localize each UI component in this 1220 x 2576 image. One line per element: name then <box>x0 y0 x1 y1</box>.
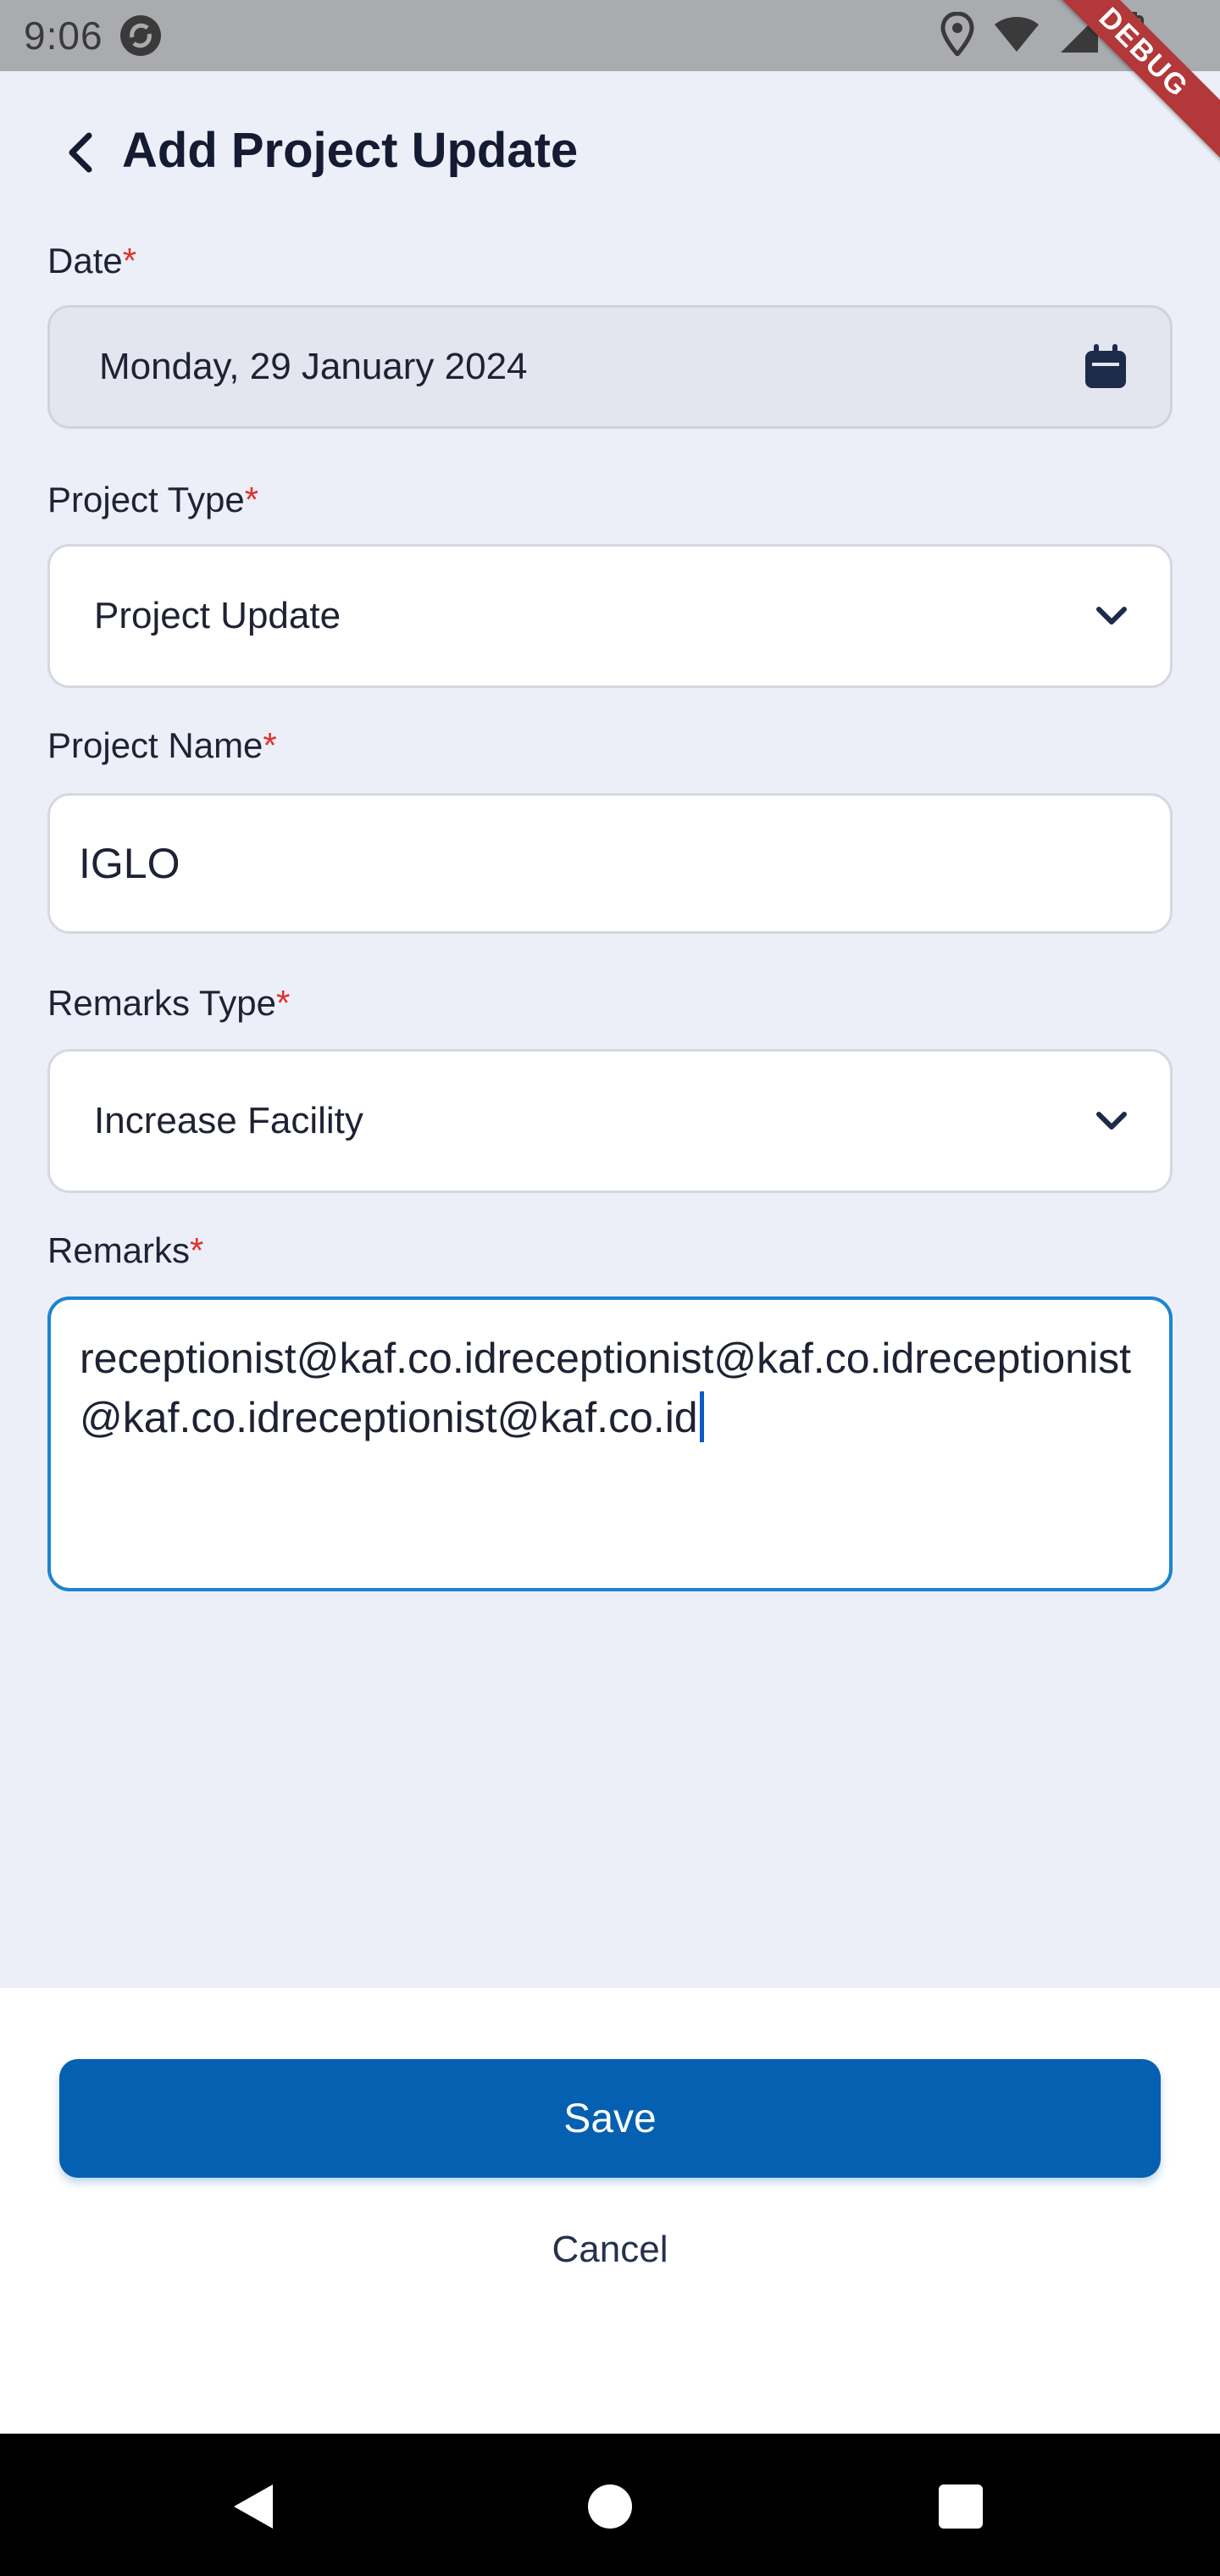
sync-icon <box>119 15 161 56</box>
project-type-value: Project Update <box>94 595 341 636</box>
date-field[interactable]: Monday, 29 January 2024 <box>47 305 1173 429</box>
nav-back-icon[interactable] <box>230 2481 276 2532</box>
save-button[interactable]: Save <box>59 2059 1161 2178</box>
date-label: Date* <box>47 241 136 281</box>
remarks-textarea[interactable]: receptionist@kaf.co.idreceptionist@kaf.c… <box>47 1296 1173 1591</box>
remarks-value: receptionist@kaf.co.idreceptionist@kaf.c… <box>80 1335 1131 1441</box>
calendar-icon[interactable] <box>1084 344 1128 390</box>
required-mark: * <box>122 241 137 280</box>
remarks-label-text: Remarks <box>47 1230 191 1270</box>
date-label-text: Date <box>47 241 123 280</box>
project-name-input[interactable]: IGLO <box>47 793 1173 934</box>
status-time: 9:06 <box>24 14 103 58</box>
back-button[interactable] <box>54 125 105 180</box>
wifi-icon <box>995 17 1039 52</box>
remarks-type-value: Increase Facility <box>94 1100 363 1141</box>
cancel-button[interactable]: Cancel <box>441 2212 779 2288</box>
required-mark: * <box>263 725 277 765</box>
app-bar: Add Project Update <box>0 71 1220 237</box>
text-cursor <box>699 1391 704 1442</box>
project-name-label: Project Name* <box>47 725 277 766</box>
project-name-value: IGLO <box>79 840 180 887</box>
project-type-label-text: Project Type <box>47 480 245 519</box>
location-icon <box>940 12 974 56</box>
chevron-down-icon <box>1096 1112 1127 1130</box>
system-nav-bar <box>0 2434 1220 2576</box>
required-mark: * <box>244 480 259 519</box>
nav-recents-icon[interactable] <box>939 2484 983 2529</box>
remarks-type-label-text: Remarks Type <box>47 983 276 1023</box>
page-title: Add Project Update <box>122 123 579 178</box>
remarks-type-label: Remarks Type* <box>47 983 290 1024</box>
status-bar: 9:06 DEBUG <box>0 0 1220 164</box>
project-name-label-text: Project Name <box>47 725 263 765</box>
nav-home-icon[interactable] <box>588 2484 632 2529</box>
required-mark: * <box>276 983 291 1023</box>
remarks-type-select[interactable]: Increase Facility <box>47 1049 1173 1193</box>
bottom-action-panel: Save Cancel <box>0 1988 1220 2434</box>
project-type-select[interactable]: Project Update <box>47 544 1173 688</box>
required-mark: * <box>190 1230 204 1270</box>
remarks-label: Remarks* <box>47 1230 203 1271</box>
chevron-left-icon <box>69 132 92 173</box>
date-value: Monday, 29 January 2024 <box>99 346 528 387</box>
project-type-label: Project Type* <box>47 480 258 520</box>
chevron-down-icon <box>1096 607 1127 625</box>
screen: 9:06 DEBUG Add Project Update Date* Mond… <box>0 0 1220 2576</box>
